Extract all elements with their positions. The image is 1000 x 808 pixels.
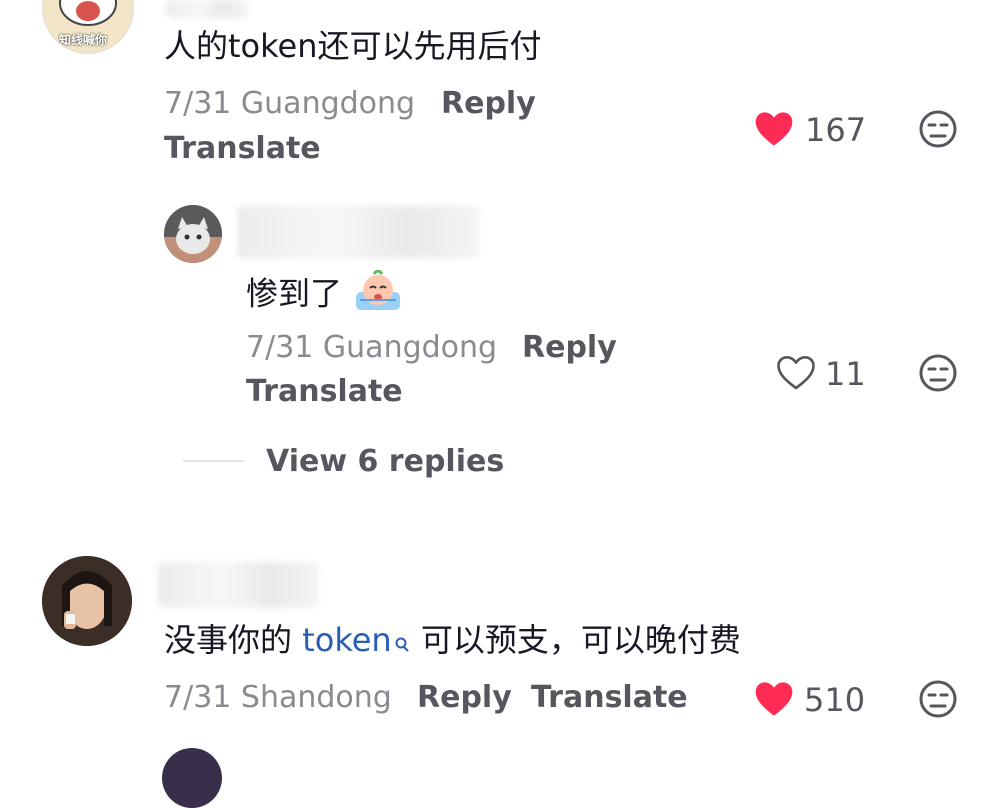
avatar[interactable]: 知线喊你 — [42, 0, 134, 54]
reply-text-content: 惨到了 — [246, 274, 343, 313]
like-count: 510 — [804, 681, 866, 719]
reply-button[interactable]: Reply — [441, 85, 536, 123]
heart-icon[interactable] — [776, 354, 816, 392]
username[interactable] — [158, 562, 318, 608]
mention-text[interactable]: token — [302, 621, 391, 659]
username[interactable] — [166, 0, 248, 18]
like-count: 167 — [805, 111, 867, 149]
avatar[interactable] — [164, 205, 222, 263]
translate-button[interactable]: Translate — [531, 679, 688, 717]
date: 7/31 — [246, 330, 314, 365]
reply-button[interactable]: Reply — [522, 329, 617, 367]
heart-icon[interactable] — [754, 110, 794, 148]
like-count: 11 — [825, 355, 866, 393]
comment-date: 7/31 Shandong — [164, 679, 392, 717]
translate-button[interactable]: Translate — [164, 130, 321, 168]
view-replies-button[interactable]: View 6 replies — [266, 443, 504, 481]
expressionless-face-icon[interactable] — [918, 679, 958, 719]
date: 7/31 — [164, 86, 232, 121]
comment-text-before: 没事你的 — [164, 621, 293, 659]
heart-icon[interactable] — [754, 680, 794, 718]
expressionless-face-icon[interactable] — [918, 109, 958, 149]
reply-button[interactable]: Reply — [417, 679, 512, 717]
translate-button[interactable]: Translate — [246, 373, 403, 411]
comment-text: 人的token还可以先用后付 — [164, 27, 542, 65]
location: Guangdong — [322, 330, 498, 365]
mention-link[interactable]: token — [302, 621, 410, 659]
expressionless-face-icon[interactable] — [918, 353, 958, 393]
location: Shandong — [240, 680, 392, 715]
avatar-sticker-text: 知线喊你 — [59, 33, 108, 47]
search-icon — [393, 623, 411, 663]
username[interactable] — [237, 206, 479, 258]
reply-text: 惨到了 — [246, 269, 402, 321]
reply-date: 7/31 Guangdong — [246, 329, 497, 367]
comment-text: 没事你的 token 可以预支，可以晚付费 — [164, 620, 741, 663]
comment-date: 7/31 Guangdong — [164, 85, 415, 123]
divider — [183, 460, 244, 462]
avatar[interactable] — [162, 748, 222, 808]
date: 7/31 — [164, 680, 232, 715]
avatar[interactable] — [42, 556, 132, 646]
comment-text-after: 可以预支，可以晚付费 — [420, 621, 741, 659]
crying-emoji-icon — [354, 269, 402, 321]
location: Guangdong — [240, 86, 416, 121]
